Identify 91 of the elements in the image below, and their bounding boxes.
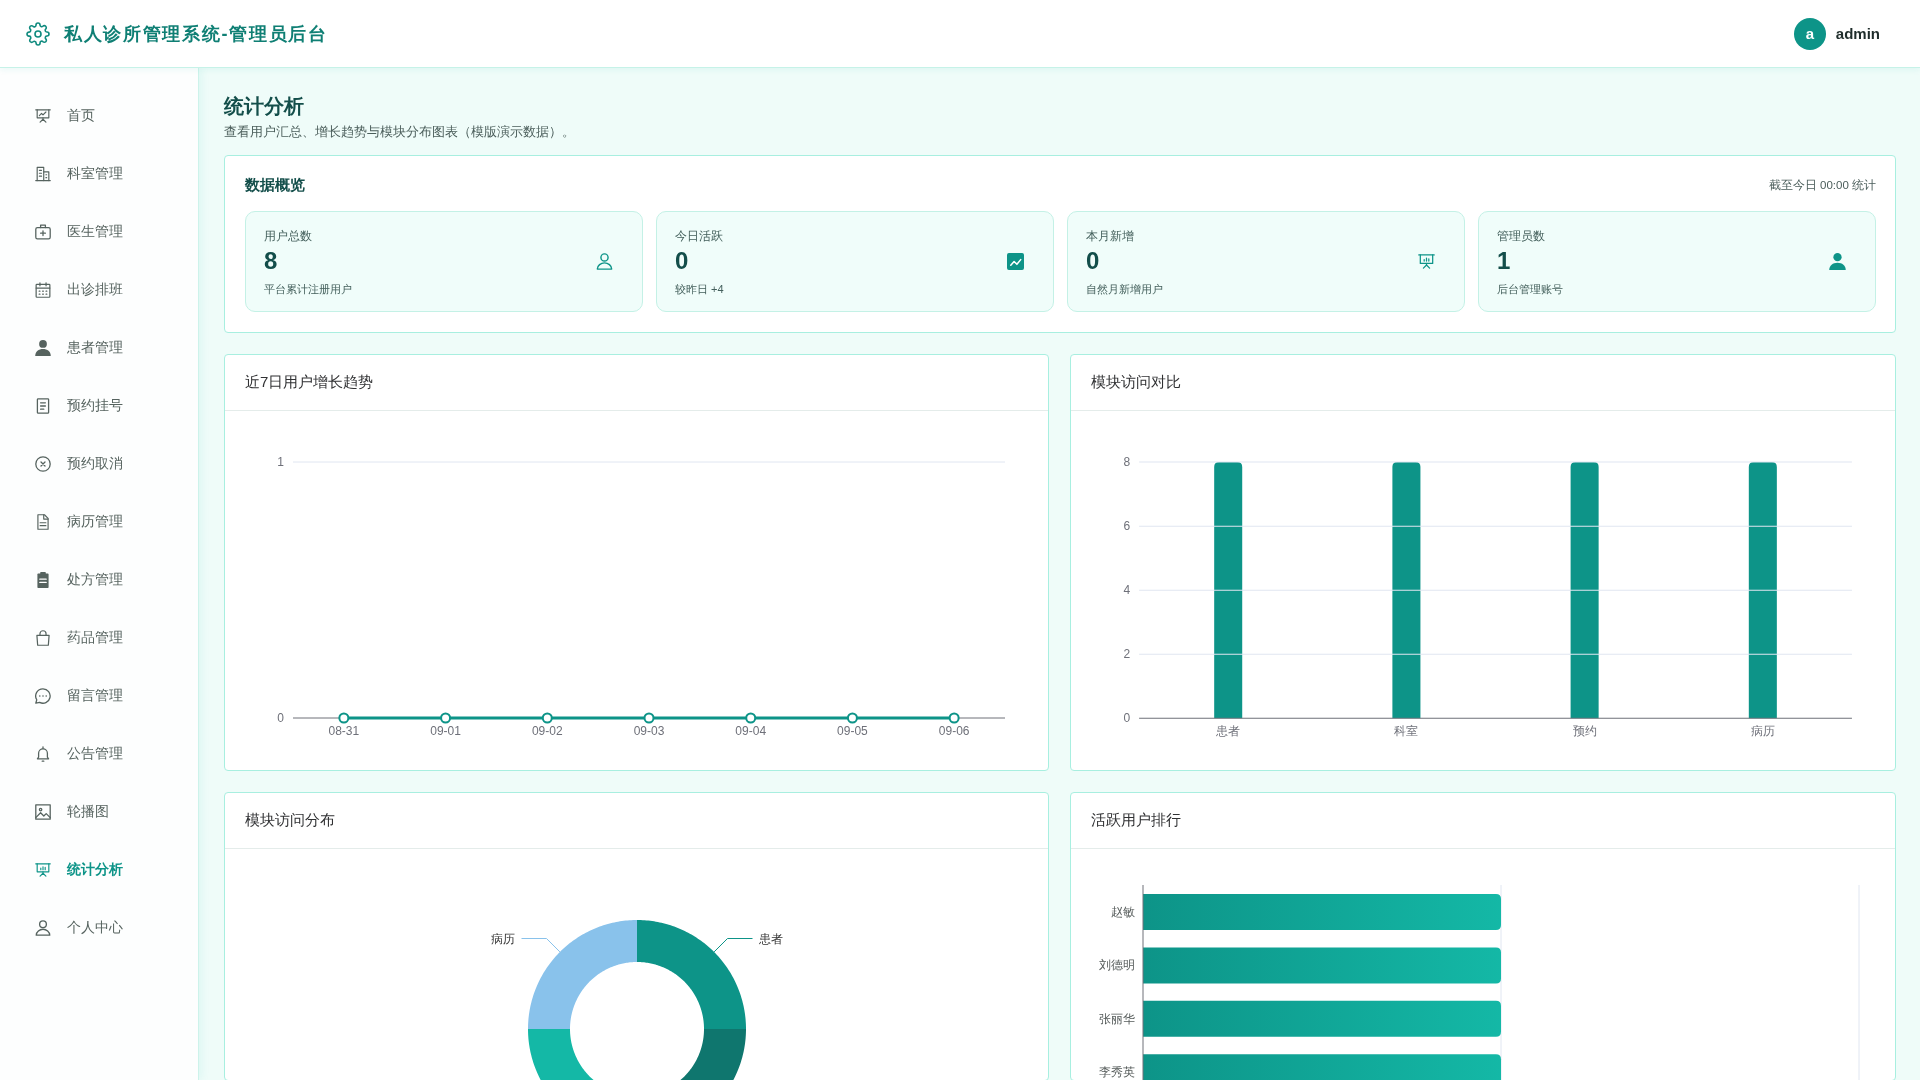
presentation-chart-icon — [35, 108, 51, 124]
data-point — [643, 712, 655, 724]
chart-title: 活跃用户排行 — [1091, 811, 1181, 830]
axis-label: 1 — [277, 455, 284, 469]
sidebar-item[interactable]: 预约取消 — [0, 435, 198, 493]
chart-title: 近7日用户增长趋势 — [245, 373, 374, 392]
sidebar-item[interactable]: 留言管理 — [0, 667, 198, 725]
axis-label: 8 — [1123, 455, 1131, 470]
stat-label: 管理员数 — [1497, 228, 1546, 245]
presentation-chart-icon — [35, 862, 51, 878]
app-title: 私人诊所管理系统-管理员后台 — [64, 22, 328, 46]
axis-label: 2 — [1123, 647, 1131, 662]
chart-title: 模块访问分布 — [245, 811, 335, 830]
axis-label: 患者 — [1216, 724, 1241, 739]
sidebar-item[interactable]: 个人中心 — [0, 899, 198, 957]
stat-note: 较昨日 +4 — [675, 282, 724, 297]
axis-label: 09-01 — [430, 724, 461, 738]
gear-icon — [26, 21, 50, 46]
leader-line — [521, 938, 561, 953]
sidebar-item[interactable]: 首页 — [0, 87, 198, 145]
sidebar-item[interactable]: 公告管理 — [0, 725, 198, 783]
bag-icon — [35, 630, 51, 646]
stat-value: 1 — [1497, 246, 1512, 276]
sidebar-item[interactable]: 科室管理 — [0, 145, 198, 203]
axis-label: 09-04 — [735, 724, 767, 738]
sidebar-item[interactable]: 统计分析 — [0, 841, 198, 899]
bell-icon — [35, 746, 51, 762]
data-point — [338, 712, 350, 724]
stat-note: 平台累计注册用户 — [264, 282, 352, 297]
page-title: 统计分析 — [224, 94, 305, 119]
leader-line — [713, 938, 753, 953]
data-point — [541, 712, 553, 724]
axis-label: 09-02 — [531, 724, 563, 738]
presentation-chart-icon — [1418, 253, 1435, 270]
stat-value: 0 — [675, 246, 690, 276]
user-name: admin — [1835, 25, 1880, 42]
axis-label: 4 — [1123, 583, 1131, 598]
axis-label: 09-03 — [633, 724, 665, 738]
user-icon — [596, 253, 613, 270]
stat-value: 0 — [1086, 246, 1101, 276]
stat-value: 8 — [264, 246, 279, 276]
file-icon — [35, 514, 51, 530]
axis-label: 赵敏 — [1111, 905, 1135, 919]
image-icon — [35, 804, 51, 820]
chart-title: 模块访问对比 — [1091, 373, 1181, 392]
calendar-icon — [35, 282, 51, 298]
axis-label: 08-31 — [328, 724, 360, 738]
stat-label: 用户总数 — [264, 228, 313, 245]
data-point — [745, 712, 757, 724]
sidebar-item[interactable]: 处方管理 — [0, 551, 198, 609]
building-icon — [35, 166, 51, 182]
sidebar-item[interactable]: 轮播图 — [0, 783, 198, 841]
axis-label: 预约 — [1572, 724, 1597, 739]
sidebar-item[interactable]: 出诊排班 — [0, 261, 198, 319]
sidebar-item[interactable]: 药品管理 — [0, 609, 198, 667]
section-title: 数据概览 — [245, 175, 305, 195]
axis-label: 0 — [277, 711, 284, 725]
chat-icon — [35, 688, 51, 704]
sidebar-item[interactable]: 病历管理 — [0, 493, 198, 551]
stat-note: 自然月新增用户 — [1086, 282, 1163, 297]
sidebar-item[interactable]: 医生管理 — [0, 203, 198, 261]
axis-label: 09-05 — [837, 724, 868, 738]
clipboard-icon — [35, 572, 51, 588]
sidebar-item[interactable]: 患者管理 — [0, 319, 198, 377]
data-point — [948, 712, 960, 724]
slice-label: 病历 — [491, 932, 516, 947]
stat-label: 本月新增 — [1086, 228, 1135, 245]
axis-label: 病历 — [1750, 724, 1775, 739]
line-chart-icon — [1007, 253, 1024, 270]
slice-label: 患者 — [758, 932, 783, 947]
user-icon — [35, 920, 51, 936]
user-avatar[interactable]: a — [1793, 17, 1826, 50]
axis-label: 6 — [1123, 519, 1131, 534]
medical-kit-icon — [35, 224, 51, 240]
data-point — [846, 712, 858, 724]
page-subtitle: 查看用户汇总、增长趋势与模块分布图表（模版演示数据）。 — [224, 124, 576, 141]
axis-label: 科室 — [1394, 724, 1419, 739]
axis-label: 刘德明 — [1099, 958, 1135, 973]
axis-label: 李秀英 — [1099, 1065, 1135, 1080]
document-icon — [35, 398, 51, 414]
axis-label: 09-06 — [938, 724, 970, 738]
stat-timestamp: 截至今日 00:00 统计 — [1768, 177, 1876, 193]
user-icon — [1829, 253, 1846, 270]
stat-label: 今日活跃 — [675, 228, 724, 245]
axis-label: 张丽华 — [1099, 1011, 1135, 1026]
data-point — [440, 712, 452, 724]
user-icon — [35, 340, 51, 356]
close-circle-icon — [35, 456, 51, 472]
sidebar-item[interactable]: 预约挂号 — [0, 377, 198, 435]
stat-note: 后台管理账号 — [1497, 282, 1563, 297]
axis-label: 0 — [1123, 711, 1131, 726]
